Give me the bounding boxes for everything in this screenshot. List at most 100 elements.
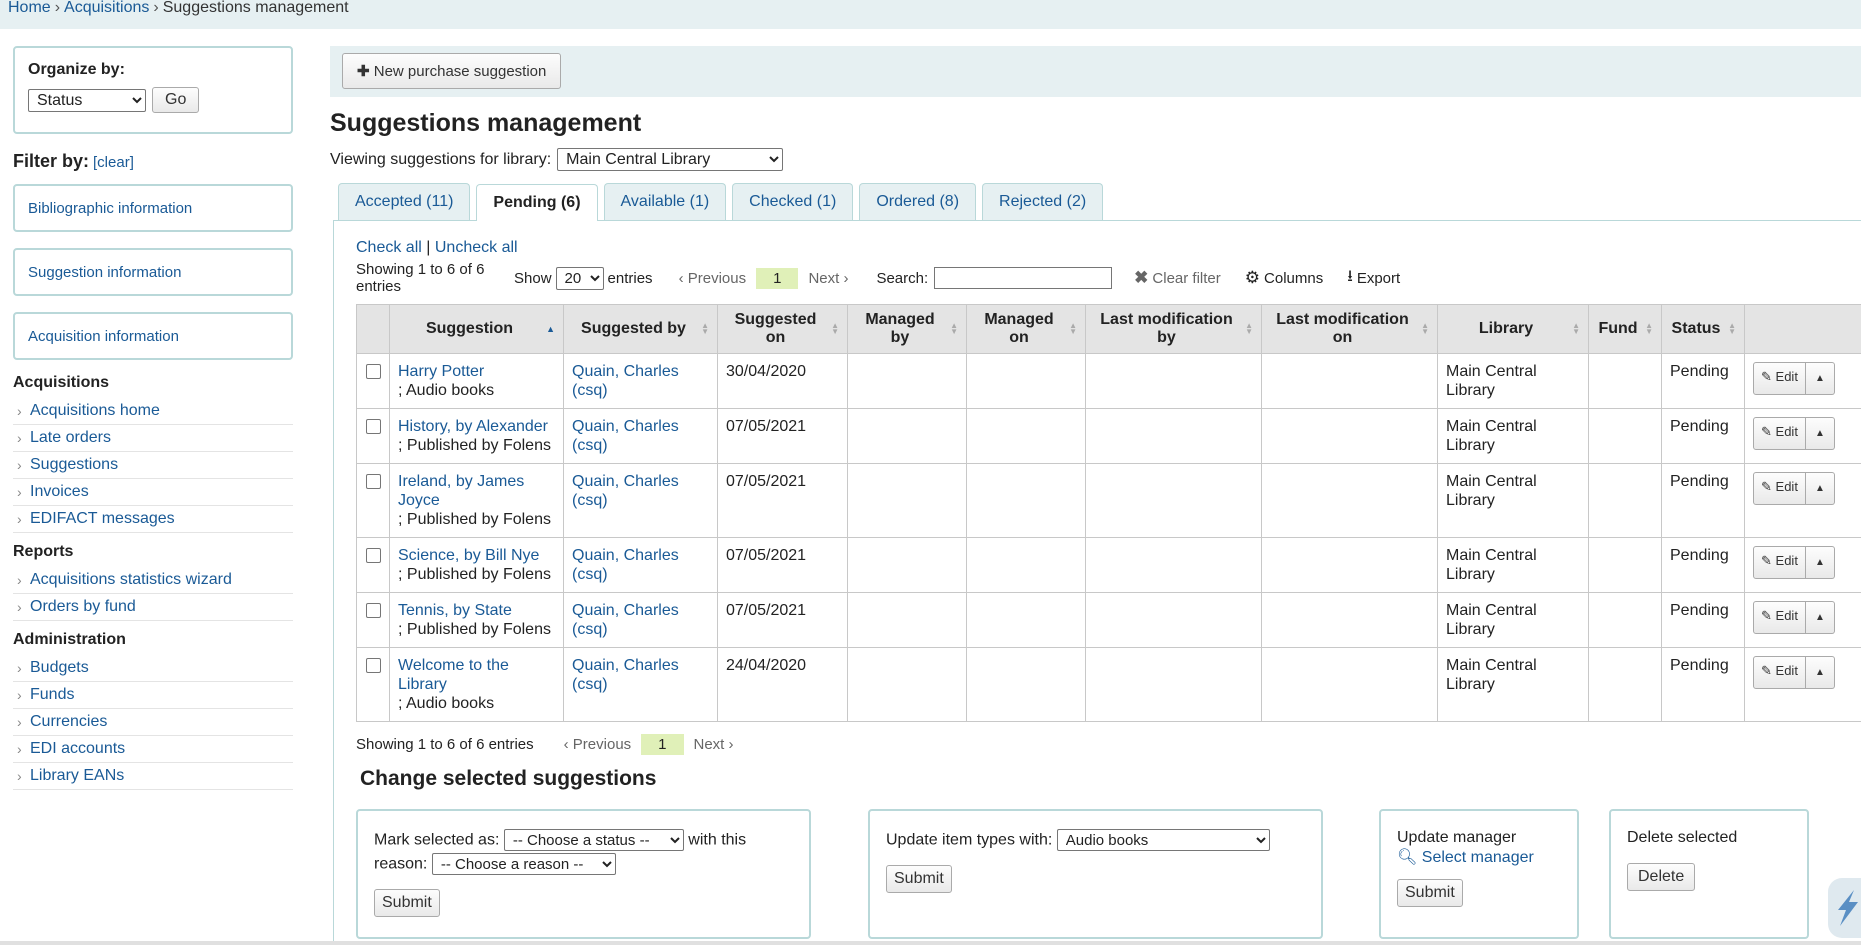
page-number[interactable]: 1 bbox=[641, 734, 684, 755]
row-checkbox[interactable] bbox=[365, 364, 381, 379]
column-header-fund[interactable]: Fund ▲ ▼ bbox=[1588, 304, 1662, 354]
tab-available[interactable]: Available (1) bbox=[603, 183, 727, 220]
change-section-title: Change selected suggestions bbox=[360, 767, 657, 790]
suggested-by-link[interactable]: Quain, Charles (csq) bbox=[572, 602, 679, 638]
tab-rejected[interactable]: Rejected (2) bbox=[982, 183, 1104, 220]
columns-button[interactable]: ⚙ Columns bbox=[1245, 268, 1323, 288]
suggestion-title-link[interactable]: Science, by Bill Nye bbox=[398, 547, 539, 564]
clear-filter-link[interactable]: [clear] bbox=[93, 154, 134, 171]
edit-button[interactable]: ✎ Edit bbox=[1753, 601, 1806, 634]
nav-budgets[interactable]: Budgets bbox=[30, 659, 89, 676]
actions-dropdown-button[interactable]: ▲ bbox=[1805, 546, 1835, 579]
edit-button[interactable]: ✎ Edit bbox=[1753, 472, 1806, 505]
itemtype-select[interactable]: Audio books bbox=[1056, 829, 1270, 851]
search-icon: 🔍︎ bbox=[1397, 849, 1418, 866]
previous-button[interactable]: ‹ Previous bbox=[564, 736, 632, 753]
nav-edifact[interactable]: EDIFACT messages bbox=[30, 510, 175, 527]
edit-button[interactable]: ✎ Edit bbox=[1753, 656, 1806, 689]
column-header-last-mod-by[interactable]: Last modification by ▲ ▼ bbox=[1085, 304, 1262, 354]
filter-suggestion[interactable]: Suggestion information bbox=[13, 248, 293, 296]
column-header-suggested-by[interactable]: Suggested by ▲ ▼ bbox=[563, 304, 718, 354]
select-manager-link[interactable]: 🔍︎ Select manager bbox=[1397, 849, 1534, 866]
breadcrumb-acquisitions[interactable]: Acquisitions bbox=[64, 0, 149, 16]
nav-invoices[interactable]: Invoices bbox=[30, 483, 89, 500]
nav-acquisitions-home[interactable]: Acquisitions home bbox=[30, 402, 160, 419]
suggestion-title-link[interactable]: Tennis, by State bbox=[398, 602, 512, 619]
actions-dropdown-button[interactable]: ▲ bbox=[1805, 656, 1835, 689]
row-checkbox[interactable] bbox=[365, 474, 381, 489]
column-header-suggestion[interactable]: Suggestion ▲ bbox=[389, 304, 564, 354]
suggested-by-link[interactable]: Quain, Charles (csq) bbox=[572, 418, 679, 454]
organize-select[interactable]: Status bbox=[28, 88, 146, 112]
actions-dropdown-button[interactable]: ▲ bbox=[1805, 601, 1835, 634]
nav-orders-by-fund[interactable]: Orders by fund bbox=[30, 598, 136, 615]
column-header-last-mod-on[interactable]: Last modification on ▲ ▼ bbox=[1261, 304, 1438, 354]
column-header-suggested-on[interactable]: Suggested on ▲ ▼ bbox=[717, 304, 848, 354]
status-cell: Pending bbox=[1661, 592, 1745, 648]
column-header-status[interactable]: Status ▲ ▼ bbox=[1661, 304, 1745, 354]
suggestion-title-link[interactable]: Ireland, by James Joyce bbox=[398, 473, 524, 509]
reason-select[interactable]: -- Choose a reason -- bbox=[431, 853, 616, 875]
tab-accepted[interactable]: Accepted (11) bbox=[338, 183, 471, 220]
row-checkbox[interactable] bbox=[365, 419, 381, 434]
go-button[interactable]: Go bbox=[152, 87, 200, 113]
status-select[interactable]: -- Choose a status -- bbox=[503, 829, 684, 851]
manager-submit-button[interactable]: Submit bbox=[1397, 879, 1463, 907]
suggested-on: 24/04/2020 bbox=[717, 647, 848, 722]
next-button[interactable]: Next › bbox=[694, 736, 734, 753]
new-suggestion-button[interactable]: ✚ New purchase suggestion bbox=[342, 53, 562, 89]
suggested-by-link[interactable]: Quain, Charles (csq) bbox=[572, 547, 679, 583]
itemtype-submit-button[interactable]: Submit bbox=[886, 865, 952, 893]
nav-currencies[interactable]: Currencies bbox=[30, 713, 107, 730]
caret-up-icon: ▲ bbox=[1814, 428, 1825, 439]
search-input[interactable] bbox=[934, 267, 1113, 289]
uncheck-all-link[interactable]: Uncheck all bbox=[435, 239, 518, 256]
manager-label: Update manager bbox=[1397, 829, 1517, 846]
tab-ordered[interactable]: Ordered (8) bbox=[859, 183, 977, 220]
nav-edi-accounts[interactable]: EDI accounts bbox=[30, 740, 125, 757]
next-button[interactable]: Next › bbox=[808, 270, 848, 287]
page-number[interactable]: 1 bbox=[756, 267, 799, 289]
suggested-by-link[interactable]: Quain, Charles (csq) bbox=[572, 473, 679, 509]
edit-button[interactable]: ✎ Edit bbox=[1753, 362, 1806, 395]
suggestion-title-link[interactable]: Welcome to the Library bbox=[398, 657, 509, 693]
filter-bibliographic[interactable]: Bibliographic information bbox=[13, 184, 293, 232]
actions-dropdown-button[interactable]: ▲ bbox=[1805, 472, 1835, 505]
library-select[interactable]: Main Central Library bbox=[557, 148, 784, 171]
horizontal-scrollbar[interactable] bbox=[0, 941, 1861, 945]
filter-acquisition[interactable]: Acquisition information bbox=[13, 312, 293, 360]
delete-button[interactable]: Delete bbox=[1627, 863, 1696, 891]
row-checkbox[interactable] bbox=[365, 603, 381, 618]
clear-filter-button[interactable]: ✖ Clear filter bbox=[1134, 268, 1221, 288]
nav-library-eans[interactable]: Library EANs bbox=[30, 767, 124, 784]
previous-button[interactable]: ‹ Previous bbox=[679, 270, 747, 287]
edit-button[interactable]: ✎ Edit bbox=[1753, 417, 1806, 450]
actions-dropdown-button[interactable]: ▲ bbox=[1805, 362, 1835, 395]
tab-pending[interactable]: Pending (6) bbox=[476, 184, 598, 221]
edit-button[interactable]: ✎ Edit bbox=[1753, 546, 1806, 579]
export-button[interactable]: ⭳ Export bbox=[1347, 265, 1400, 292]
breadcrumb-home[interactable]: Home bbox=[8, 0, 51, 16]
library-cell: Main Central Library bbox=[1437, 592, 1589, 648]
nav-funds[interactable]: Funds bbox=[30, 686, 74, 703]
column-header-managed-on[interactable]: Managed on ▲ ▼ bbox=[966, 304, 1086, 354]
suggestion-title-link[interactable]: History, by Alexander bbox=[398, 418, 548, 435]
column-header-library[interactable]: Library ▲ ▼ bbox=[1437, 304, 1589, 354]
page-length-select[interactable]: 20 bbox=[555, 266, 604, 290]
suggestion-title-link[interactable]: Harry Potter bbox=[398, 363, 484, 380]
nav-late-orders[interactable]: Late orders bbox=[30, 429, 111, 446]
column-header-managed-by[interactable]: Managed by ▲ ▼ bbox=[847, 304, 967, 354]
with-reason-label: with this bbox=[688, 831, 747, 849]
row-checkbox[interactable] bbox=[365, 548, 381, 563]
pencil-icon: ✎ bbox=[1761, 608, 1772, 623]
suggested-by-link[interactable]: Quain, Charles (csq) bbox=[572, 657, 679, 693]
tab-checked[interactable]: Checked (1) bbox=[732, 183, 854, 220]
mark-submit-button[interactable]: Submit bbox=[374, 889, 440, 917]
library-label: Viewing suggestions for library: bbox=[330, 150, 552, 168]
row-checkbox[interactable] bbox=[365, 658, 381, 673]
check-all-link[interactable]: Check all bbox=[356, 239, 422, 256]
nav-stats-wizard[interactable]: Acquisitions statistics wizard bbox=[30, 571, 232, 588]
actions-dropdown-button[interactable]: ▲ bbox=[1805, 417, 1835, 450]
suggested-by-link[interactable]: Quain, Charles (csq) bbox=[572, 363, 679, 399]
nav-suggestions[interactable]: Suggestions bbox=[30, 456, 118, 473]
